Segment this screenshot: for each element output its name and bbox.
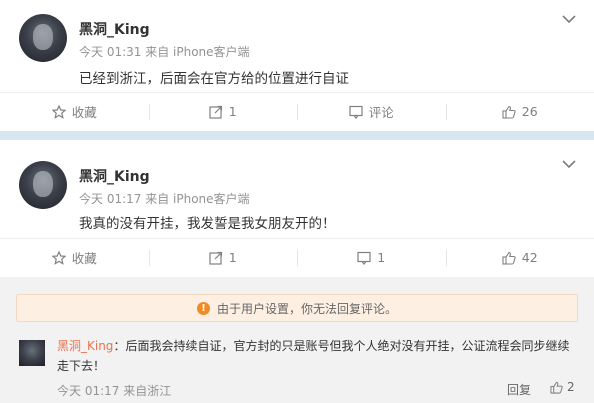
repost-icon	[209, 105, 222, 119]
comment-meta: 今天 01:17 来自浙江	[57, 384, 172, 398]
comment-like-button[interactable]: 2	[550, 380, 575, 394]
post-separator	[0, 131, 594, 140]
star-icon	[51, 250, 66, 265]
favorite-label: 收藏	[71, 105, 97, 120]
repost-icon	[209, 251, 222, 265]
repost-count: 1	[228, 104, 237, 119]
comment-username[interactable]: 黑洞_King	[57, 339, 113, 353]
repost-button[interactable]: 1	[148, 93, 298, 130]
comment-button[interactable]: 1	[297, 239, 446, 276]
like-count: 26	[521, 104, 538, 119]
star-icon	[51, 104, 66, 119]
post-nickname[interactable]: 黑洞_King	[79, 166, 150, 186]
post-meta: 今天 01:31 来自 iPhone客户端	[79, 45, 250, 59]
reply-restriction-notice: ! 由于用户设置，你无法回复评论。	[16, 294, 578, 322]
comment-label: 评论	[368, 105, 394, 120]
chevron-down-icon[interactable]	[562, 15, 576, 25]
repost-count: 1	[228, 250, 237, 265]
post-action-bar: 收藏 1 评论 26	[0, 92, 594, 130]
like-button[interactable]: 42	[445, 239, 594, 276]
comment-count: 1	[377, 250, 386, 265]
notice-text: 由于用户设置，你无法回复评论。	[216, 301, 397, 316]
comment-body: 黑洞_King：后面我会持续自证，官方封的只是账号但我个人绝对没有开挂，公证流程…	[57, 336, 579, 376]
weibo-post-1: 黑洞_King 今天 01:31 来自 iPhone客户端 已经到浙江，后面会在…	[0, 0, 594, 131]
avatar[interactable]	[19, 14, 67, 62]
comment-like-count: 2	[567, 380, 575, 394]
chevron-down-icon[interactable]	[562, 160, 576, 170]
comment-section: ! 由于用户设置，你无法回复评论。 黑洞_King：后面我会持续自证，官方封的只…	[0, 277, 594, 403]
comment-icon	[357, 251, 371, 265]
post-action-bar: 收藏 1 1 42	[0, 238, 594, 276]
favorite-button[interactable]: 收藏	[0, 93, 149, 130]
favorite-label: 收藏	[71, 251, 97, 266]
comment-avatar[interactable]	[19, 340, 45, 366]
like-button[interactable]: 26	[445, 93, 594, 130]
like-count: 42	[521, 250, 538, 265]
comment-icon	[349, 105, 363, 119]
warning-icon: !	[196, 301, 210, 315]
comment-text: 后面我会持续自证，官方封的只是账号但我个人绝对没有开挂，公证流程会同步继续走下去…	[57, 339, 570, 373]
thumbs-up-icon	[550, 381, 563, 394]
post-nickname[interactable]: 黑洞_King	[79, 19, 150, 39]
comment-separator: ：	[113, 339, 126, 353]
post-text: 已经到浙江，后面会在官方给的位置进行自证	[79, 71, 349, 87]
thumbs-up-icon	[502, 105, 516, 119]
favorite-button[interactable]: 收藏	[0, 239, 149, 276]
avatar[interactable]	[19, 161, 67, 209]
comment-reply-button[interactable]: 回复	[507, 381, 531, 398]
post-text: 我真的没有开挂，我发誓是我女朋友开的！	[79, 216, 336, 232]
thumbs-up-icon	[502, 251, 516, 265]
post-meta: 今天 01:17 来自 iPhone客户端	[79, 192, 250, 206]
comment-button[interactable]: 评论	[297, 93, 446, 130]
repost-button[interactable]: 1	[148, 239, 298, 276]
weibo-post-2: 黑洞_King 今天 01:17 来自 iPhone客户端 我真的没有开挂，我发…	[0, 140, 594, 403]
